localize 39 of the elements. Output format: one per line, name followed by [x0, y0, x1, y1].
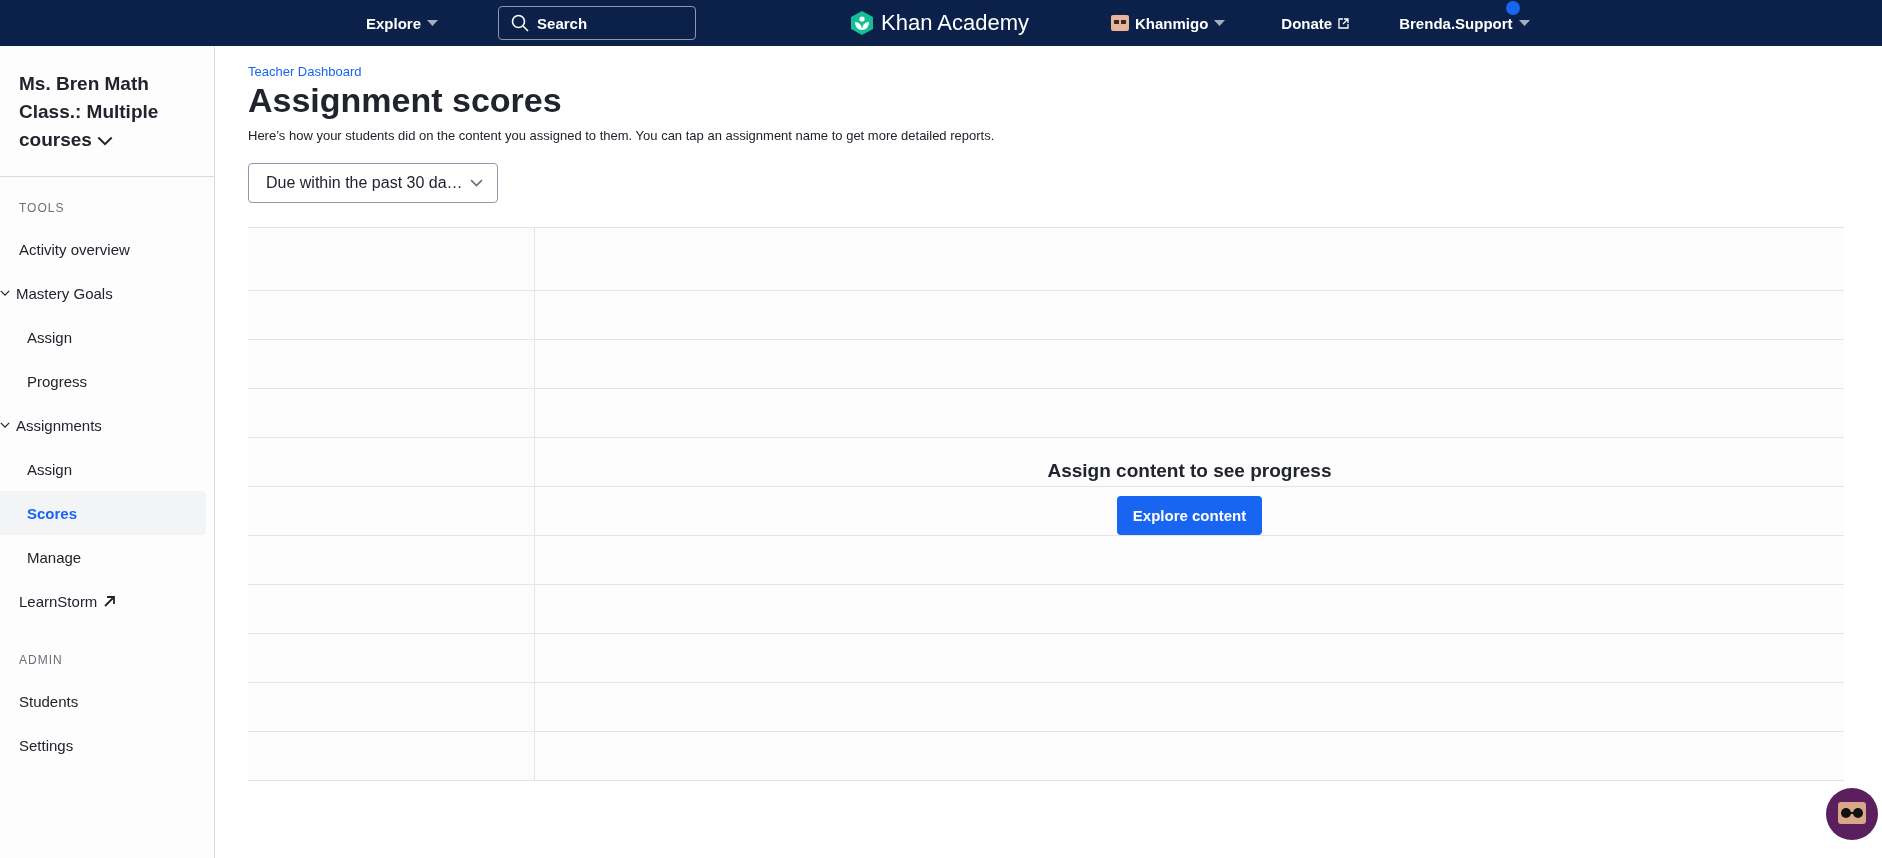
nav-group[interactable]: Mastery Goals	[0, 271, 206, 315]
page-title: Assignment scores	[248, 81, 563, 120]
breadcrumb-link[interactable]: Teacher Dashboard	[248, 64, 1844, 79]
class-selector[interactable]: Ms. Bren Math Class.: Multiple courses	[0, 46, 214, 177]
nav-group[interactable]: Assignments	[0, 403, 206, 447]
nav-item[interactable]: Students	[0, 679, 206, 723]
chevron-down-icon	[97, 136, 114, 146]
arrow-up-right-icon	[103, 594, 117, 608]
donate-link[interactable]: Donate	[1275, 10, 1356, 36]
explore-content-button[interactable]: Explore content	[1116, 496, 1263, 535]
explore-menu[interactable]: Explore	[360, 10, 445, 36]
nav-item[interactable]: Scores	[0, 491, 206, 535]
caret-icon	[1518, 20, 1530, 26]
chevron-down-icon	[0, 422, 10, 428]
section-heading: TOOLS	[18, 200, 66, 217]
nav-item[interactable]: Assign	[0, 447, 206, 491]
chevron-down-icon	[0, 290, 10, 296]
robot-face-icon	[1111, 15, 1129, 31]
khanmigo-menu[interactable]: Khanmigo	[1105, 10, 1232, 36]
site-logo[interactable]: Khan Academy	[851, 10, 1029, 36]
leaf-hexagon-icon	[851, 11, 874, 35]
nav-link[interactable]: LearnStorm	[0, 579, 206, 623]
nav-item[interactable]: Progress	[0, 359, 206, 403]
date-filter-dropdown[interactable]: Due within the past 30 da…	[248, 163, 498, 203]
search-field[interactable]: Search	[498, 6, 697, 40]
assistant-avatar-button[interactable]	[1826, 788, 1878, 840]
nav-item[interactable]: Settings	[0, 723, 206, 767]
search-icon	[511, 14, 530, 32]
nav-item[interactable]: Assign	[0, 315, 206, 359]
nav-item[interactable]: Manage	[0, 535, 206, 579]
empty-state-message: Assign content to see progress	[1047, 460, 1332, 482]
user-menu[interactable]: Brenda.Support	[1393, 10, 1536, 36]
chevron-down-icon	[470, 179, 483, 187]
caret-icon	[427, 20, 439, 26]
caret-icon	[1214, 20, 1226, 26]
nav-item[interactable]: Activity overview	[0, 227, 206, 271]
section-heading: ADMIN	[18, 652, 64, 669]
external-link-icon	[1338, 17, 1350, 29]
page-description: Here’s how your students did on the content you assigned to them. You can tap an assignment name to get more detailed reports.	[248, 128, 996, 143]
